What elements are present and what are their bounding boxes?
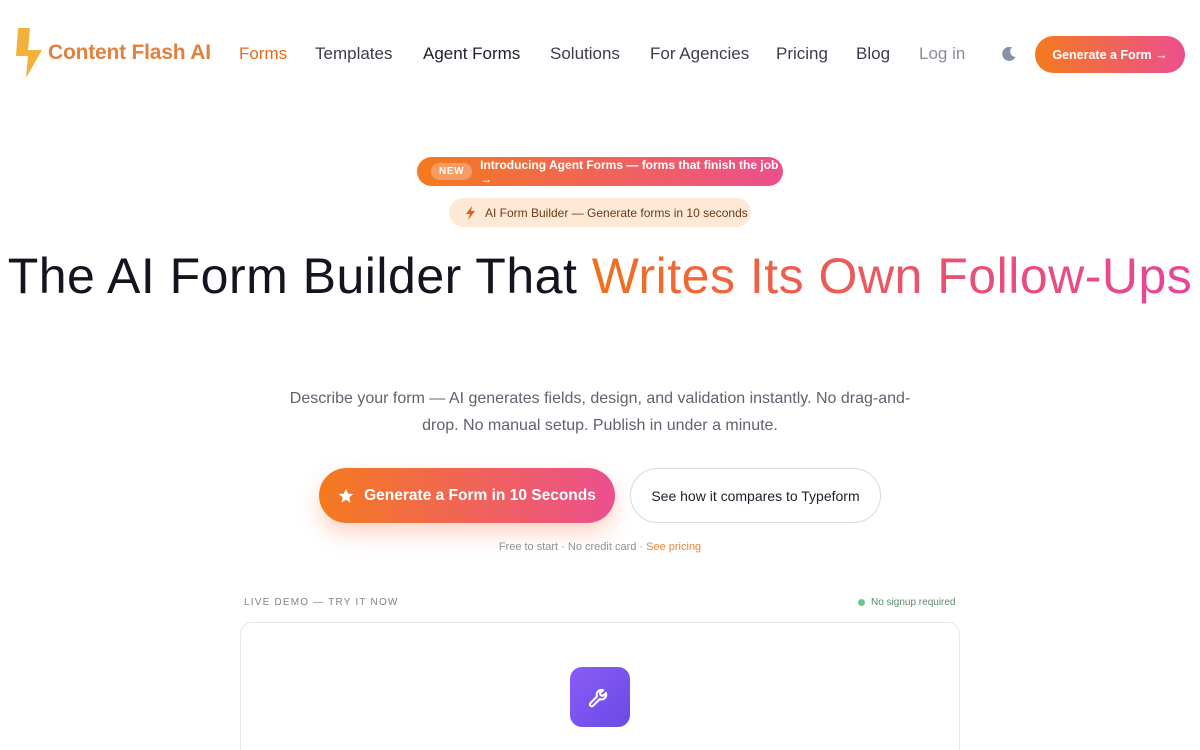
announcement-pill[interactable]: NEW Introducing Agent Forms — forms that…: [417, 157, 783, 186]
demo-status-text: No signup required: [871, 597, 956, 608]
nav-generate-form-button[interactable]: Generate a Form →: [1035, 36, 1185, 73]
status-dot-icon: [858, 599, 865, 606]
builder-pill: AI Form Builder — Generate forms in 10 s…: [449, 198, 751, 227]
star-icon: [338, 488, 354, 503]
compare-typeform-button[interactable]: See how it compares to Typeform: [630, 468, 881, 523]
bolt-icon: [466, 205, 475, 220]
lightning-logo-icon: [16, 28, 42, 78]
nav-link-agent-forms[interactable]: Agent Forms: [423, 44, 520, 64]
hero-subtitle: Describe your form — AI generates fields…: [289, 390, 911, 434]
brand-name: Content Flash AI: [48, 41, 211, 64]
demo-icon-tile: [570, 667, 630, 727]
generate-form-button-label: Generate a Form in 10 Seconds: [364, 486, 596, 504]
moon-icon[interactable]: [1001, 46, 1017, 62]
top-navigation: Content Flash AI Forms Templates Agent F…: [0, 0, 1200, 108]
nav-link-for-agencies[interactable]: For Agencies: [650, 44, 749, 64]
nav-link-pricing[interactable]: Pricing: [776, 44, 828, 64]
nav-link-blog[interactable]: Blog: [856, 44, 890, 64]
demo-status: No signup required: [858, 597, 956, 608]
announcement-text: Introducing Agent Forms — forms that fin…: [480, 157, 779, 186]
builder-pill-text: AI Form Builder — Generate forms in 10 s…: [485, 205, 748, 220]
demo-label: LIVE DEMO — TRY IT NOW: [244, 597, 399, 608]
nav-link-solutions[interactable]: Solutions: [550, 44, 620, 64]
fine-print: Free to start · No credit card · See pri…: [0, 541, 1200, 553]
hero-title-plain: The AI Form Builder That: [7, 248, 592, 304]
logo-link[interactable]: Content Flash AI: [16, 28, 211, 78]
nav-link-forms[interactable]: Forms: [239, 44, 287, 64]
nav-link-templates[interactable]: Templates: [315, 44, 392, 64]
new-badge: NEW: [431, 163, 473, 180]
hero-title-highlight: Writes Its Own Follow-Ups: [591, 248, 1193, 304]
fine-print-text: Free to start · No credit card ·: [498, 541, 647, 553]
hero-title: The AI Form Builder That Writes Its Own …: [0, 248, 1200, 304]
wrench-icon: [588, 688, 608, 708]
nav-link-login[interactable]: Log in: [919, 44, 965, 64]
generate-form-button[interactable]: Generate a Form in 10 Seconds: [319, 468, 615, 523]
see-pricing-link[interactable]: See pricing: [646, 541, 701, 553]
